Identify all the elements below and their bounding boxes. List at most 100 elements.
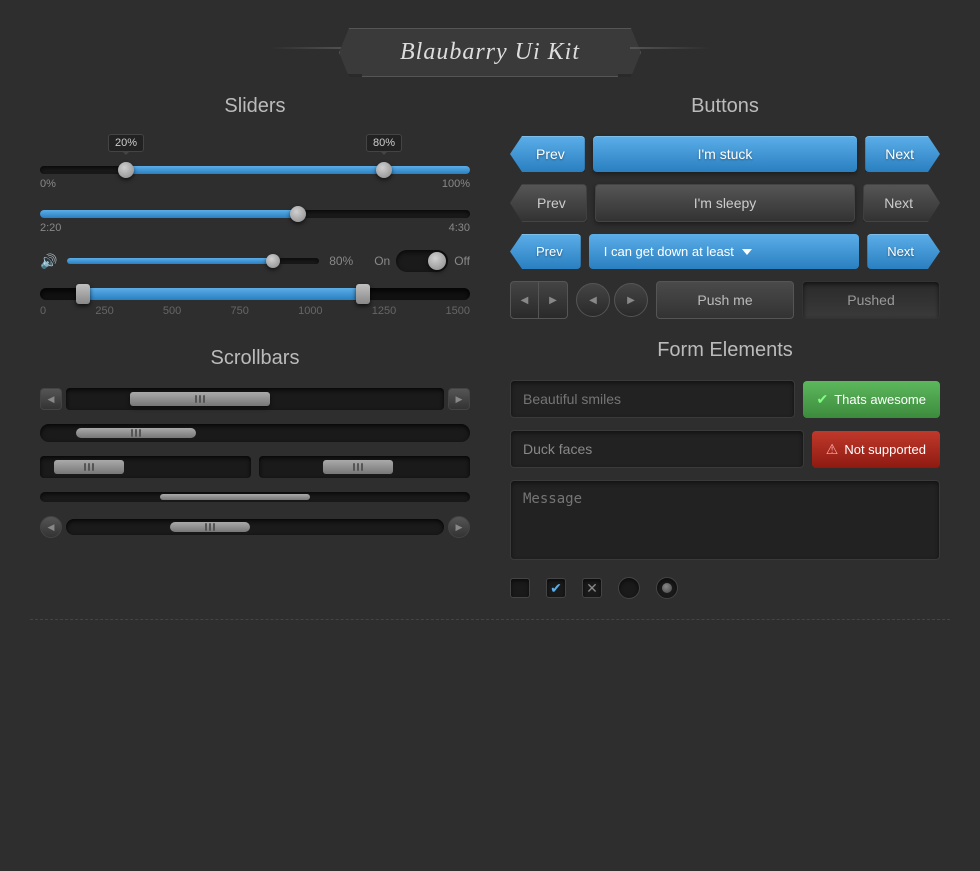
not-supported-label: Not supported (844, 442, 926, 457)
dropdown-button[interactable]: I can get down at least (589, 234, 860, 269)
range-track[interactable] (40, 288, 470, 300)
grip-2b (135, 429, 137, 437)
not-supported-button[interactable]: ⚠ Not supported (812, 431, 940, 468)
message-textarea[interactable] (510, 480, 940, 560)
range-label-750: 750 (231, 305, 249, 317)
volume-track[interactable] (67, 258, 319, 264)
slider-2-fill (40, 210, 298, 218)
slider-1-track[interactable]: 20% 80% (40, 166, 470, 174)
radio-filled[interactable] (656, 577, 678, 599)
scroll-thumb-1[interactable] (130, 392, 270, 406)
slider-2-labels: 2:20 4:30 (40, 222, 470, 234)
form-section: Form Elements ✔ Thats awesome ⚠ Not supp… (510, 339, 940, 599)
pushed-button[interactable]: Pushed (802, 281, 940, 319)
scroll-track-3a[interactable] (40, 456, 251, 478)
scrollbar-2 (40, 424, 470, 442)
duck-faces-input[interactable] (510, 430, 804, 468)
range-fill (83, 288, 363, 300)
slider-1-max: 100% (442, 178, 470, 190)
slider-1-tooltip1: 20% (108, 134, 144, 152)
slider-1-tooltip2: 80% (366, 134, 402, 152)
range-slider-row: 0 250 500 750 1000 1250 1500 (40, 288, 470, 317)
slider-1-thumb2[interactable]: 80% (376, 162, 392, 178)
left-panel: Sliders 20% 80% 0% 100% (40, 95, 490, 599)
range-thumb-right[interactable] (356, 284, 370, 304)
grip-5b (209, 523, 211, 531)
banner: Blaubarry Ui Kit (339, 28, 641, 77)
toggle-off-label: Off (454, 254, 470, 268)
range-thumb-left[interactable] (76, 284, 90, 304)
dropdown-label: I can get down at least (604, 244, 734, 259)
arrow-left-btn[interactable]: ◀ (40, 516, 62, 538)
push-me-button[interactable]: Push me (656, 281, 794, 319)
scroll-right-btn-1[interactable]: ▶ (448, 388, 470, 410)
slider-1: 20% 80% 0% 100% (40, 136, 470, 190)
slider-2-min: 2:20 (40, 222, 61, 234)
beautiful-smiles-input[interactable] (510, 380, 795, 418)
stuck-button[interactable]: I'm stuck (593, 136, 857, 172)
checkbox-empty[interactable] (510, 578, 530, 598)
slider-1-min: 0% (40, 178, 56, 190)
scroll-track-1[interactable] (66, 388, 444, 410)
slider-2-track[interactable] (40, 210, 470, 218)
range-label-500: 500 (163, 305, 181, 317)
prev-button-3[interactable]: Prev (510, 234, 581, 269)
nav-arrows-round: ◀ ▶ (576, 283, 648, 317)
toggle-track[interactable] (396, 250, 448, 272)
range-labels: 0 250 500 750 1000 1250 1500 (40, 305, 470, 317)
grip-5a (205, 523, 207, 531)
volume-thumb[interactable] (266, 254, 280, 268)
toggle-wrap: On Off (374, 250, 470, 272)
next-button-3[interactable]: Next (867, 234, 940, 269)
scroll-thumb-2[interactable] (76, 428, 196, 438)
checkbox-checked[interactable]: ✔ (546, 578, 566, 598)
prev-button-2[interactable]: Prev (510, 184, 587, 222)
checkbox-cross[interactable]: ✕ (582, 578, 602, 598)
ribbon-right (630, 47, 710, 49)
arrow-track[interactable] (66, 519, 444, 535)
scroll-thumb-3b[interactable] (323, 460, 393, 474)
grip-1c (203, 395, 205, 403)
grip-3b3 (361, 463, 363, 471)
slider-1-thumb1[interactable]: 20% (118, 162, 134, 178)
radio-empty[interactable] (618, 577, 640, 599)
form-row-2: ⚠ Not supported (510, 430, 940, 468)
nav-right-round[interactable]: ▶ (614, 283, 648, 317)
scroll-thumb-4[interactable] (160, 494, 310, 500)
scroll-left-btn-1[interactable]: ◀ (40, 388, 62, 410)
next-button-1[interactable]: Next (865, 136, 940, 172)
next-button-2[interactable]: Next (863, 184, 940, 222)
button-row-3: Prev I can get down at least Next (510, 234, 940, 269)
nav-right-small[interactable]: ▶ (539, 282, 567, 318)
scroll-track-3b[interactable] (259, 456, 470, 478)
arrow-thumb[interactable] (170, 522, 250, 532)
button-row-4: ◀ ▶ ◀ ▶ Push me Pushed (510, 281, 940, 319)
check-icon: ✔ (817, 391, 829, 408)
form-row-1: ✔ Thats awesome (510, 380, 940, 418)
scrollbar-5: ◀ ▶ (40, 516, 470, 538)
sleepy-button[interactable]: I'm sleepy (595, 184, 855, 222)
controls-row: ✔ ✕ (510, 577, 940, 599)
slider-2-thumb[interactable] (290, 206, 306, 222)
slider-2: 2:20 4:30 (40, 210, 470, 234)
arrow-right-btn[interactable]: ▶ (448, 516, 470, 538)
nav-left-small[interactable]: ◀ (511, 282, 539, 318)
ribbon-left (270, 47, 350, 49)
scroll-thumb-3a[interactable] (54, 460, 124, 474)
scrollbar-1: ◀ ▶ (40, 388, 470, 410)
nav-left-round[interactable]: ◀ (576, 283, 610, 317)
banner-title: Blaubarry Ui Kit (400, 39, 580, 65)
range-label-1250: 1250 (372, 305, 396, 317)
nav-arrows-small: ◀ ▶ (510, 281, 568, 319)
toggle-on-label: On (374, 254, 390, 268)
buttons-title: Buttons (510, 95, 940, 118)
form-row-3 (510, 480, 940, 565)
range-label-0: 0 (40, 305, 46, 317)
awesome-button[interactable]: ✔ Thats awesome (803, 381, 941, 418)
prev-button-1[interactable]: Prev (510, 136, 585, 172)
sliders-title: Sliders (40, 95, 470, 118)
scrollbar-4[interactable] (40, 492, 470, 502)
scroll-track-2[interactable] (40, 424, 470, 442)
volume-icon: 🔊 (40, 253, 57, 270)
volume-slider-wrap (67, 258, 319, 264)
